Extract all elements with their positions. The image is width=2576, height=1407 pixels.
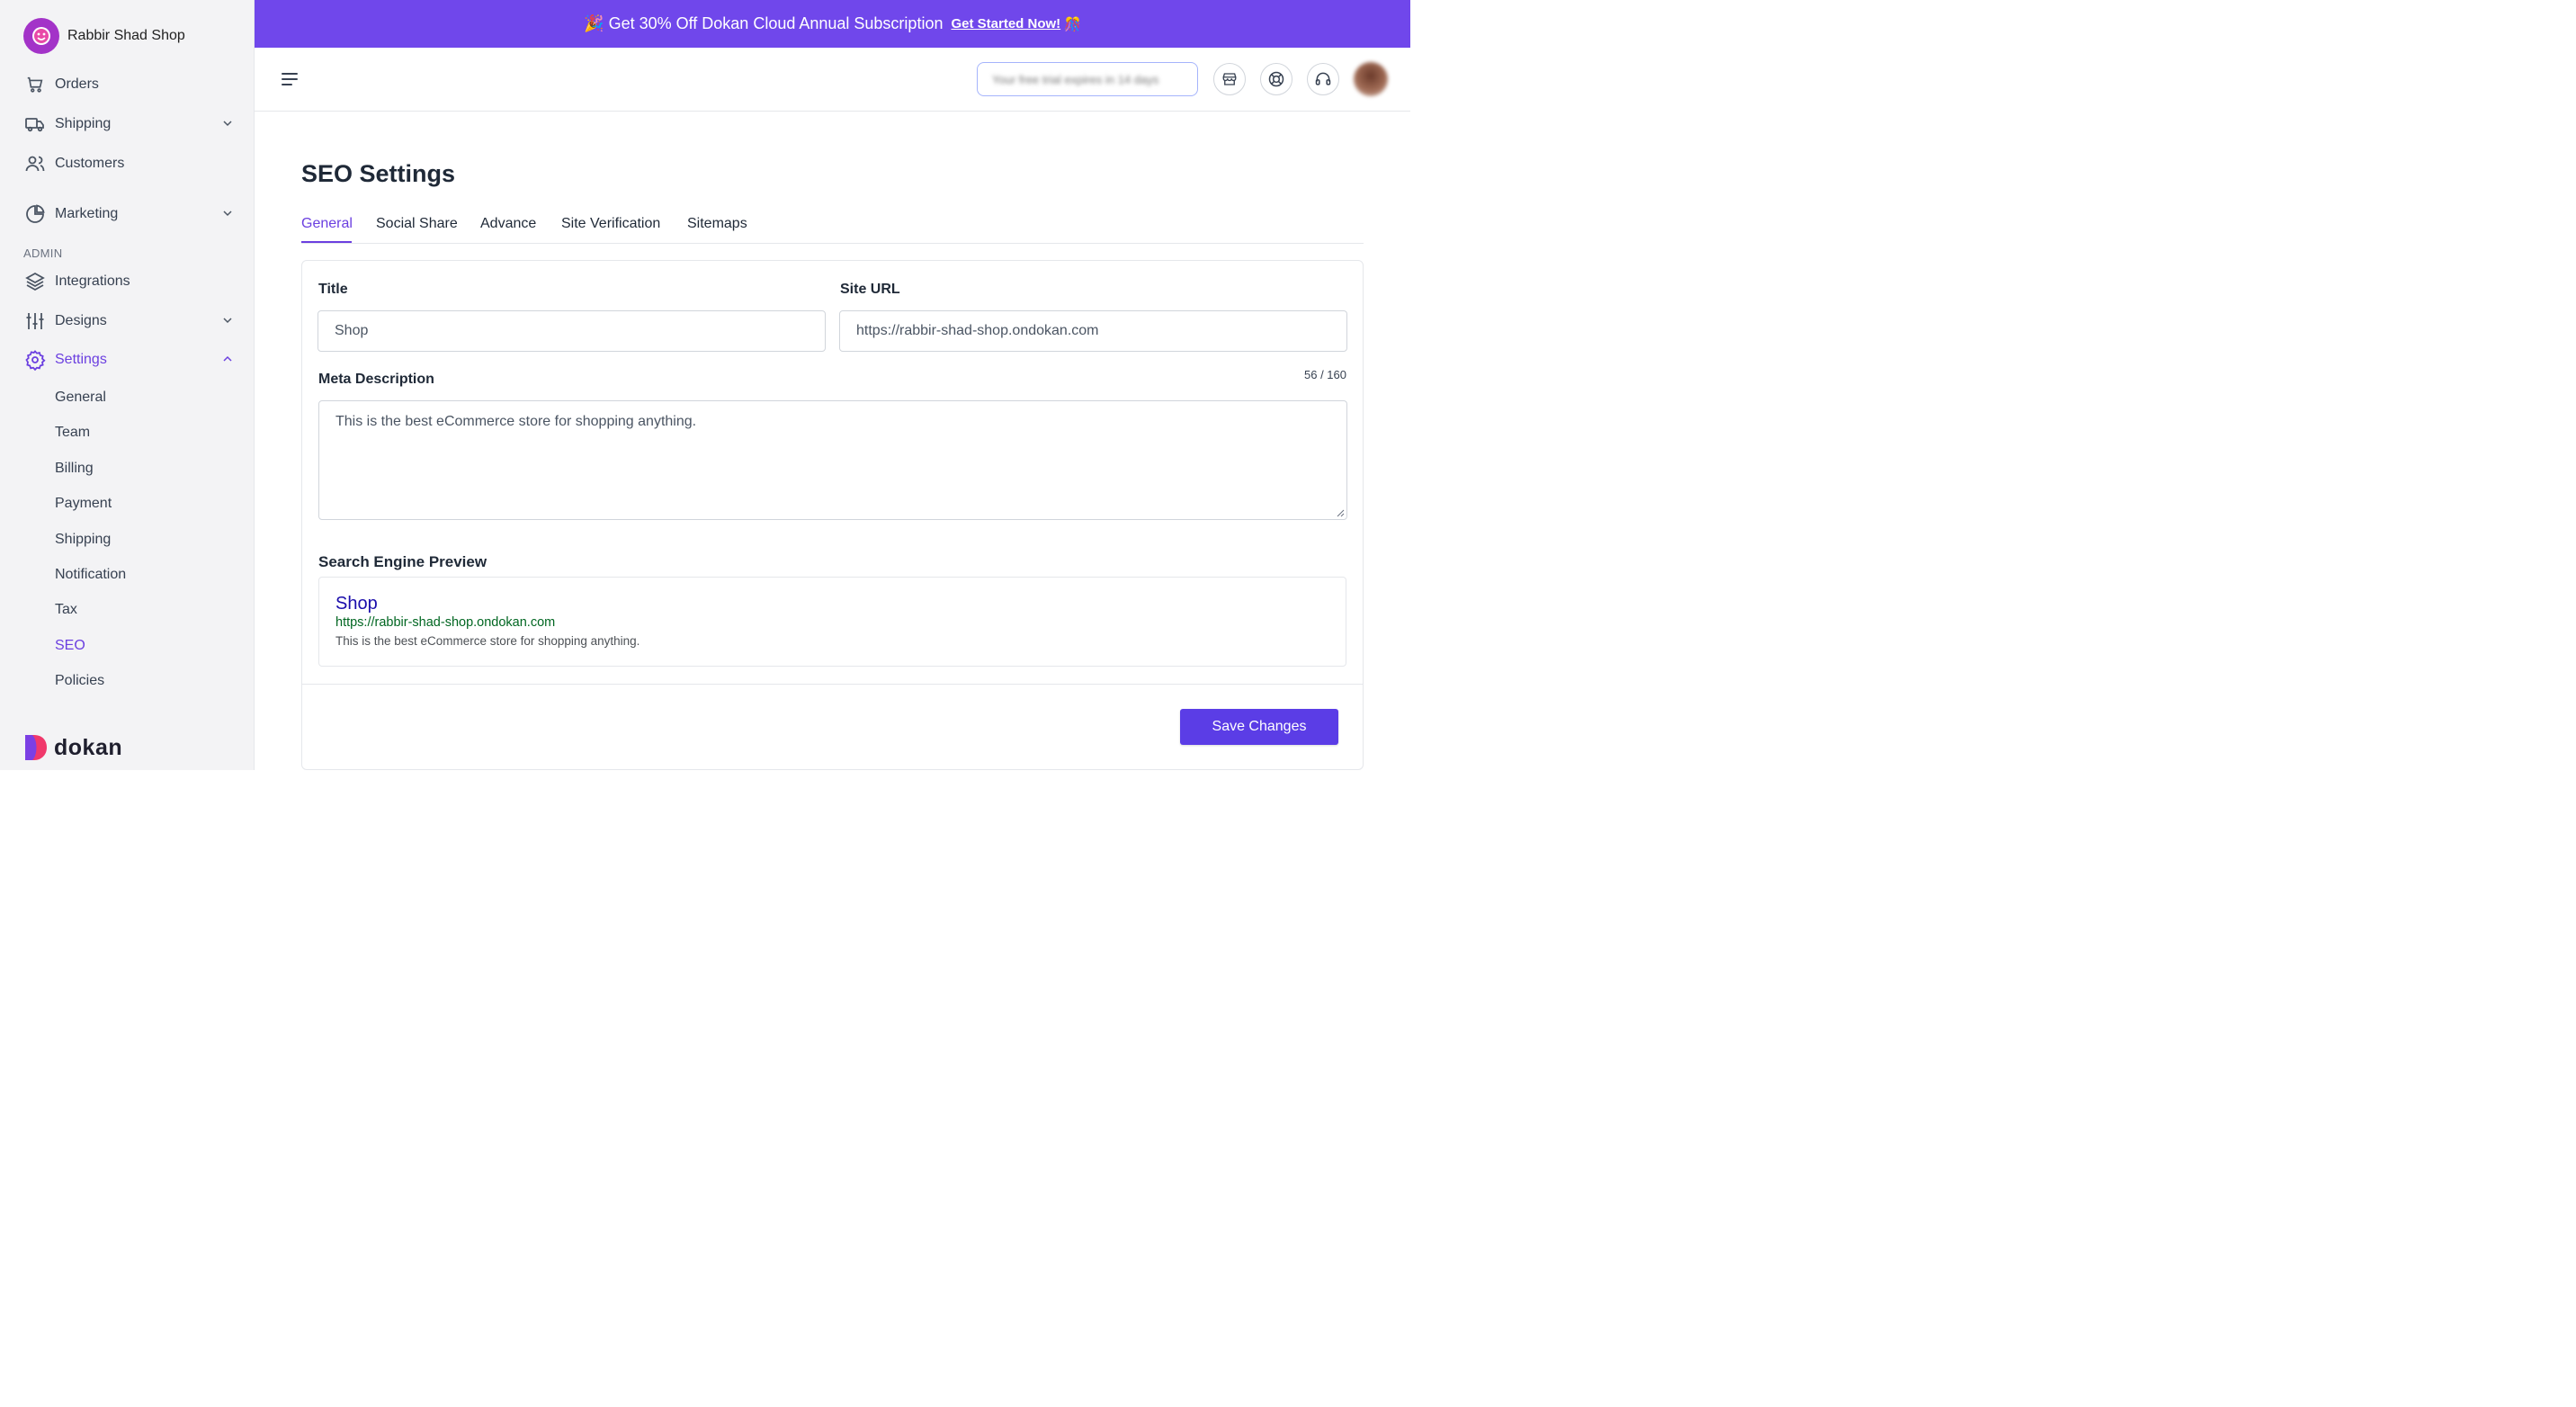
- chevron-down-icon[interactable]: [219, 312, 236, 328]
- chevron-down-icon[interactable]: [219, 115, 236, 131]
- gear-icon: [23, 348, 47, 372]
- meta-description-field[interactable]: This is the best eCommerce store for sho…: [318, 400, 1347, 520]
- title-field[interactable]: [318, 310, 826, 352]
- sidebar-subitem-payment[interactable]: Payment: [55, 490, 112, 517]
- sidebar-item-marketing[interactable]: Marketing: [23, 198, 236, 230]
- site-url-label: Site URL: [840, 282, 900, 297]
- store-name: Rabbir Shad Shop: [67, 28, 185, 43]
- sidebar: Rabbir Shad Shop Orders Shipping Custome…: [0, 0, 255, 770]
- sidebar-item-label: Marketing: [55, 206, 119, 221]
- title-input[interactable]: [335, 323, 809, 339]
- resize-handle-icon[interactable]: [1337, 509, 1345, 517]
- site-url-field[interactable]: [839, 310, 1347, 352]
- sidebar-item-orders[interactable]: Orders: [23, 68, 236, 101]
- sidebar-item-shipping[interactable]: Shipping: [23, 108, 236, 140]
- sidebar-item-label: Designs: [55, 313, 107, 328]
- chevron-down-icon[interactable]: [219, 205, 236, 221]
- sidebar-subitem-seo[interactable]: SEO: [55, 632, 85, 659]
- sidebar-item-designs[interactable]: Designs: [23, 305, 236, 337]
- promo-banner: 🎉 Get 30% Off Dokan Cloud Annual Subscri…: [255, 0, 1410, 48]
- active-tab-indicator: [301, 241, 352, 243]
- title-label: Title: [318, 282, 348, 297]
- tab-general[interactable]: General: [301, 216, 353, 232]
- dokan-logo[interactable]: dokan: [23, 732, 122, 763]
- users-icon: [23, 152, 47, 175]
- sidebar-item-label: Shipping: [55, 116, 112, 131]
- pie-chart-icon: [23, 202, 47, 226]
- meta-char-counter: 56 / 160: [1304, 368, 1346, 381]
- preview-title: Shop: [335, 594, 378, 614]
- sidebar-item-label: Settings: [55, 352, 107, 367]
- search-preview-label: Search Engine Preview: [318, 553, 487, 570]
- sidebar-subitem-tax[interactable]: Tax: [55, 596, 77, 623]
- menu-toggle-icon[interactable]: [280, 69, 300, 89]
- seo-tabs: General Social Share Advance Site Verifi…: [301, 212, 1364, 244]
- sidebar-item-settings[interactable]: Settings: [23, 344, 236, 376]
- meta-description-textarea[interactable]: This is the best eCommerce store for sho…: [319, 401, 1346, 519]
- preview-description: This is the best eCommerce store for sho…: [335, 634, 640, 648]
- section-label-admin: ADMIN: [23, 246, 63, 260]
- page-title: SEO Settings: [301, 160, 456, 187]
- save-changes-button[interactable]: Save Changes: [1180, 709, 1338, 745]
- sliders-icon: [23, 309, 47, 333]
- sidebar-subitem-shipping[interactable]: Shipping: [55, 526, 111, 553]
- truck-icon: [23, 112, 47, 136]
- tab-social-share[interactable]: Social Share: [376, 216, 458, 232]
- search-input[interactable]: [992, 72, 1183, 86]
- sidebar-item-customers[interactable]: Customers: [23, 148, 236, 180]
- sidebar-item-integrations[interactable]: Integrations: [23, 265, 236, 298]
- sidebar-subitem-notification[interactable]: Notification: [55, 561, 126, 588]
- store-icon[interactable]: [1213, 63, 1246, 95]
- tab-advance[interactable]: Advance: [480, 216, 536, 232]
- tab-site-verification[interactable]: Site Verification: [561, 216, 660, 232]
- promo-text: 🎉 Get 30% Off Dokan Cloud Annual Subscri…: [584, 14, 944, 32]
- sidebar-subitem-general[interactable]: General: [55, 384, 106, 411]
- layers-icon: [23, 270, 47, 293]
- sidebar-subitem-team[interactable]: Team: [55, 419, 90, 446]
- promo-cta-emoji: 🎊: [1064, 16, 1081, 32]
- tab-sitemaps[interactable]: Sitemaps: [687, 216, 747, 232]
- site-url-input[interactable]: [856, 323, 1330, 339]
- support-ring-icon[interactable]: [1260, 63, 1292, 95]
- dokan-logo-icon: [25, 735, 47, 760]
- store-logo-icon: [23, 18, 59, 54]
- sidebar-subitem-policies[interactable]: Policies: [55, 668, 104, 695]
- avatar[interactable]: [1354, 62, 1388, 96]
- cart-icon: [23, 73, 47, 96]
- sidebar-subitem-billing[interactable]: Billing: [55, 455, 94, 482]
- brand[interactable]: Rabbir Shad Shop: [23, 18, 185, 54]
- meta-description-label: Meta Description: [318, 372, 434, 387]
- chevron-up-icon[interactable]: [219, 351, 236, 367]
- sidebar-item-label: Integrations: [55, 273, 130, 289]
- top-bar: [255, 48, 1410, 112]
- trial-search-box[interactable]: [977, 62, 1198, 96]
- sidebar-item-label: Orders: [55, 76, 99, 92]
- sidebar-item-label: Customers: [55, 156, 125, 171]
- seo-general-card: Title Site URL Meta Description 56 / 160…: [301, 260, 1364, 770]
- search-engine-preview: Shop https://rabbir-shad-shop.ondokan.co…: [318, 577, 1346, 667]
- headset-icon[interactable]: [1307, 63, 1339, 95]
- dokan-wordmark: dokan: [54, 734, 123, 760]
- preview-url: https://rabbir-shad-shop.ondokan.com: [335, 615, 556, 630]
- card-divider: [302, 684, 1363, 685]
- promo-cta-link[interactable]: Get Started Now!: [951, 16, 1060, 31]
